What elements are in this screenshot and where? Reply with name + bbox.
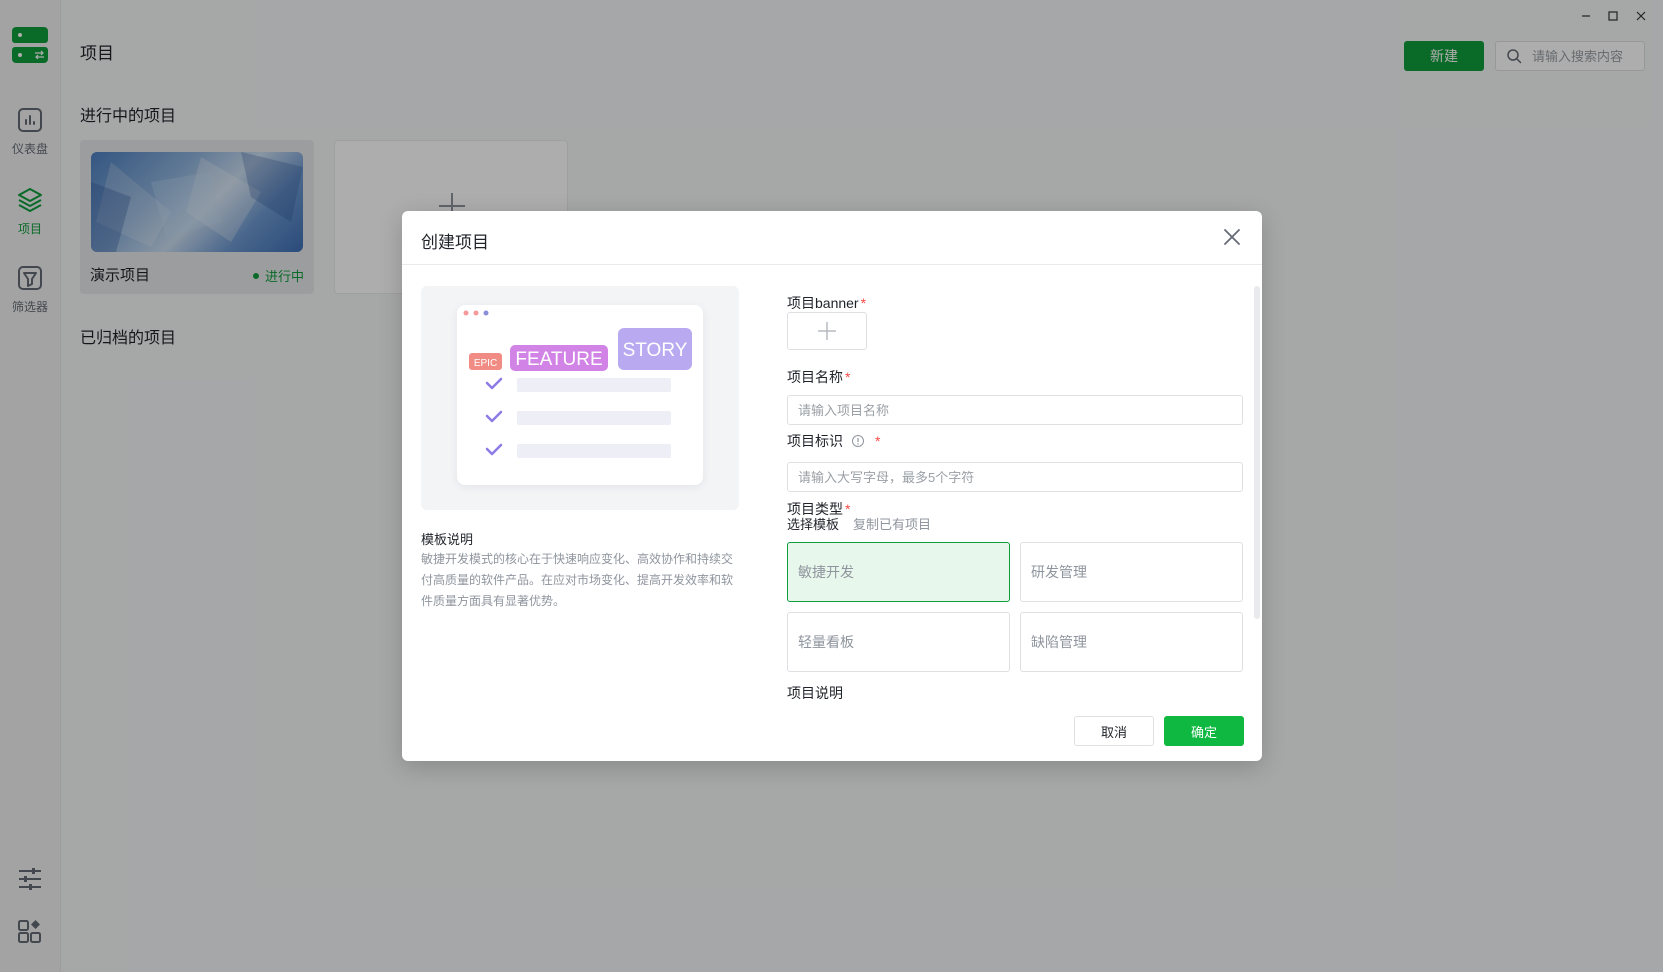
template-card-kanban[interactable]: 轻量看板 bbox=[787, 612, 1010, 672]
name-label: 项目名称 * bbox=[787, 369, 851, 385]
illustration-tag-epic: EPIC bbox=[474, 358, 497, 369]
template-description-title: 模板说明 bbox=[421, 532, 474, 547]
dialog-title: 创建项目 bbox=[421, 233, 489, 252]
create-project-dialog: 创建项目 STORY FEATURE EPIC 模板说明 敏捷开发模式的核心在于… bbox=[402, 211, 1262, 761]
project-form: 项目banner* 项目名称* 项目标识 * 项目类型* 选择模板 复制已有项目… bbox=[787, 281, 1245, 701]
banner-label: 项目banner * bbox=[787, 295, 867, 311]
template-card-rd[interactable]: 研发管理 bbox=[1020, 542, 1243, 602]
illustration-card: STORY FEATURE EPIC bbox=[457, 305, 703, 485]
project-key-input[interactable] bbox=[787, 462, 1243, 492]
dialog-close-button[interactable] bbox=[1220, 225, 1244, 249]
template-card-defect[interactable]: 缺陷管理 bbox=[1020, 612, 1243, 672]
info-icon[interactable] bbox=[851, 434, 865, 448]
key-label: 项目标识 * bbox=[787, 433, 881, 449]
plus-icon bbox=[818, 322, 836, 340]
template-illustration: STORY FEATURE EPIC bbox=[421, 286, 739, 510]
divider bbox=[402, 264, 1262, 265]
close-icon bbox=[1224, 229, 1240, 245]
template-description-body: 敏捷开发模式的核心在于快速响应变化、高效协作和持续交付高质量的软件产品。在应对市… bbox=[421, 552, 734, 608]
tab-select-template[interactable]: 选择模板 bbox=[787, 514, 839, 533]
template-card-agile[interactable]: 敏捷开发 bbox=[787, 542, 1010, 602]
banner-upload-button[interactable] bbox=[787, 312, 867, 350]
confirm-button[interactable]: 确定 bbox=[1164, 716, 1244, 746]
tab-copy-project[interactable]: 复制已有项目 bbox=[853, 514, 931, 533]
illustration-tag-feature: FEATURE bbox=[515, 349, 602, 370]
description-label: 项目说明 bbox=[787, 685, 843, 701]
cancel-button[interactable]: 取消 bbox=[1074, 716, 1154, 746]
project-name-input[interactable] bbox=[787, 395, 1243, 425]
form-scrollbar[interactable] bbox=[1254, 286, 1260, 619]
illustration-tag-story: STORY bbox=[623, 340, 688, 361]
